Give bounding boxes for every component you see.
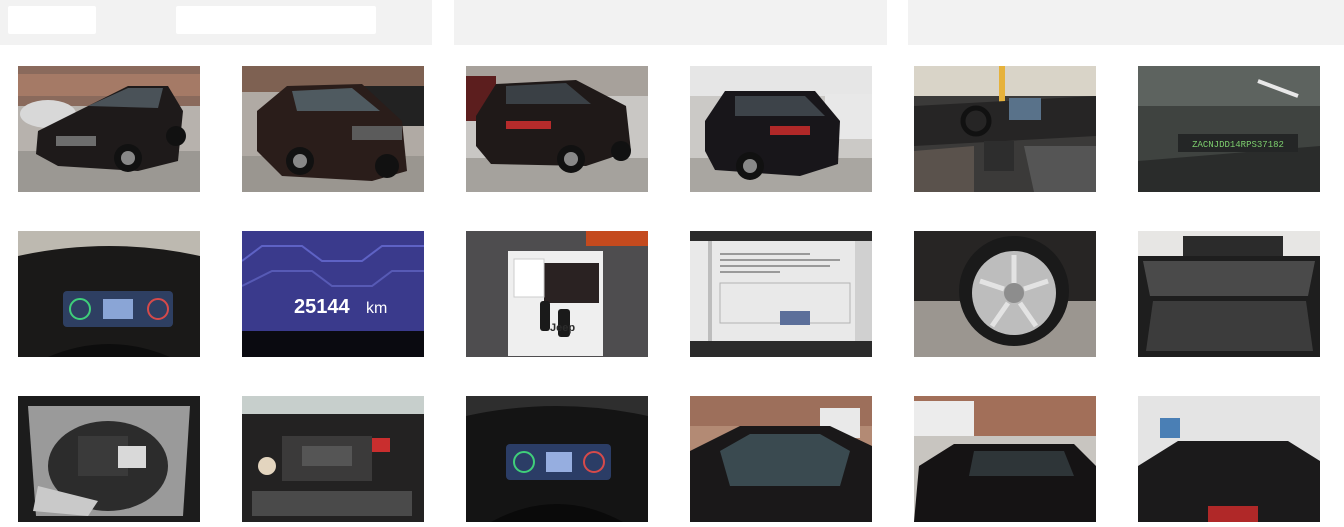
gallery-column-header-2 [454, 0, 887, 45]
photo-instrument-cluster-2[interactable] [466, 396, 648, 522]
placeholder-bar [8, 6, 96, 34]
photo-front-left-exterior[interactable] [18, 66, 200, 192]
gallery-column-header-1 [0, 0, 432, 45]
photo-wheel[interactable] [914, 231, 1096, 357]
photo-spare-wheel-well[interactable] [18, 396, 200, 522]
manual-brand-text: Jeep [550, 322, 575, 334]
odometer-icon: 25144 km [242, 231, 424, 357]
photo-engine-bay[interactable] [242, 396, 424, 522]
wheel-icon [914, 231, 1096, 357]
photo-trunk[interactable] [1138, 231, 1320, 357]
photo-instrument-cluster[interactable] [18, 231, 200, 357]
roof-icon [1138, 396, 1320, 522]
photo-keys-and-manual[interactable]: Jeep [466, 231, 648, 357]
car-front-right-icon [242, 66, 424, 192]
car-rear-right-icon [690, 66, 872, 192]
engine-icon [242, 396, 424, 522]
photo-front-right-exterior[interactable] [242, 66, 424, 192]
instrument-cluster-icon [18, 231, 200, 357]
service-book-icon [690, 231, 872, 357]
photo-roof-windshield[interactable] [690, 396, 872, 522]
placeholder-bar [176, 6, 376, 34]
photo-odometer[interactable]: 25144 km [242, 231, 424, 357]
photo-windshield-vin[interactable]: ZACNJDD14RPS37182 [1138, 66, 1320, 192]
trunk-icon [1138, 231, 1320, 357]
photo-service-book[interactable] [690, 231, 872, 357]
odometer-value: 25144 [294, 296, 350, 318]
instrument-cluster-icon [466, 396, 648, 522]
dashboard-icon [914, 66, 1096, 192]
photo-rear-left-exterior[interactable] [466, 66, 648, 192]
spare-wheel-icon [18, 396, 200, 522]
odometer-unit: km [366, 300, 387, 317]
vin-sticker-text: ZACNJDD14RPS37182 [1192, 140, 1284, 150]
roof-icon [914, 396, 1096, 522]
gallery-column-header-3 [908, 0, 1344, 45]
car-keys-icon: Jeep [466, 231, 648, 357]
roof-icon [690, 396, 872, 522]
photo-rear-roof[interactable] [1138, 396, 1320, 522]
photo-roof-top[interactable] [914, 396, 1096, 522]
car-front-left-icon [18, 66, 200, 192]
photo-rear-right-exterior[interactable] [690, 66, 872, 192]
car-rear-left-icon [466, 66, 648, 192]
vin-plate-icon: ZACNJDD14RPS37182 [1138, 66, 1320, 192]
photo-interior-dashboard[interactable] [914, 66, 1096, 192]
